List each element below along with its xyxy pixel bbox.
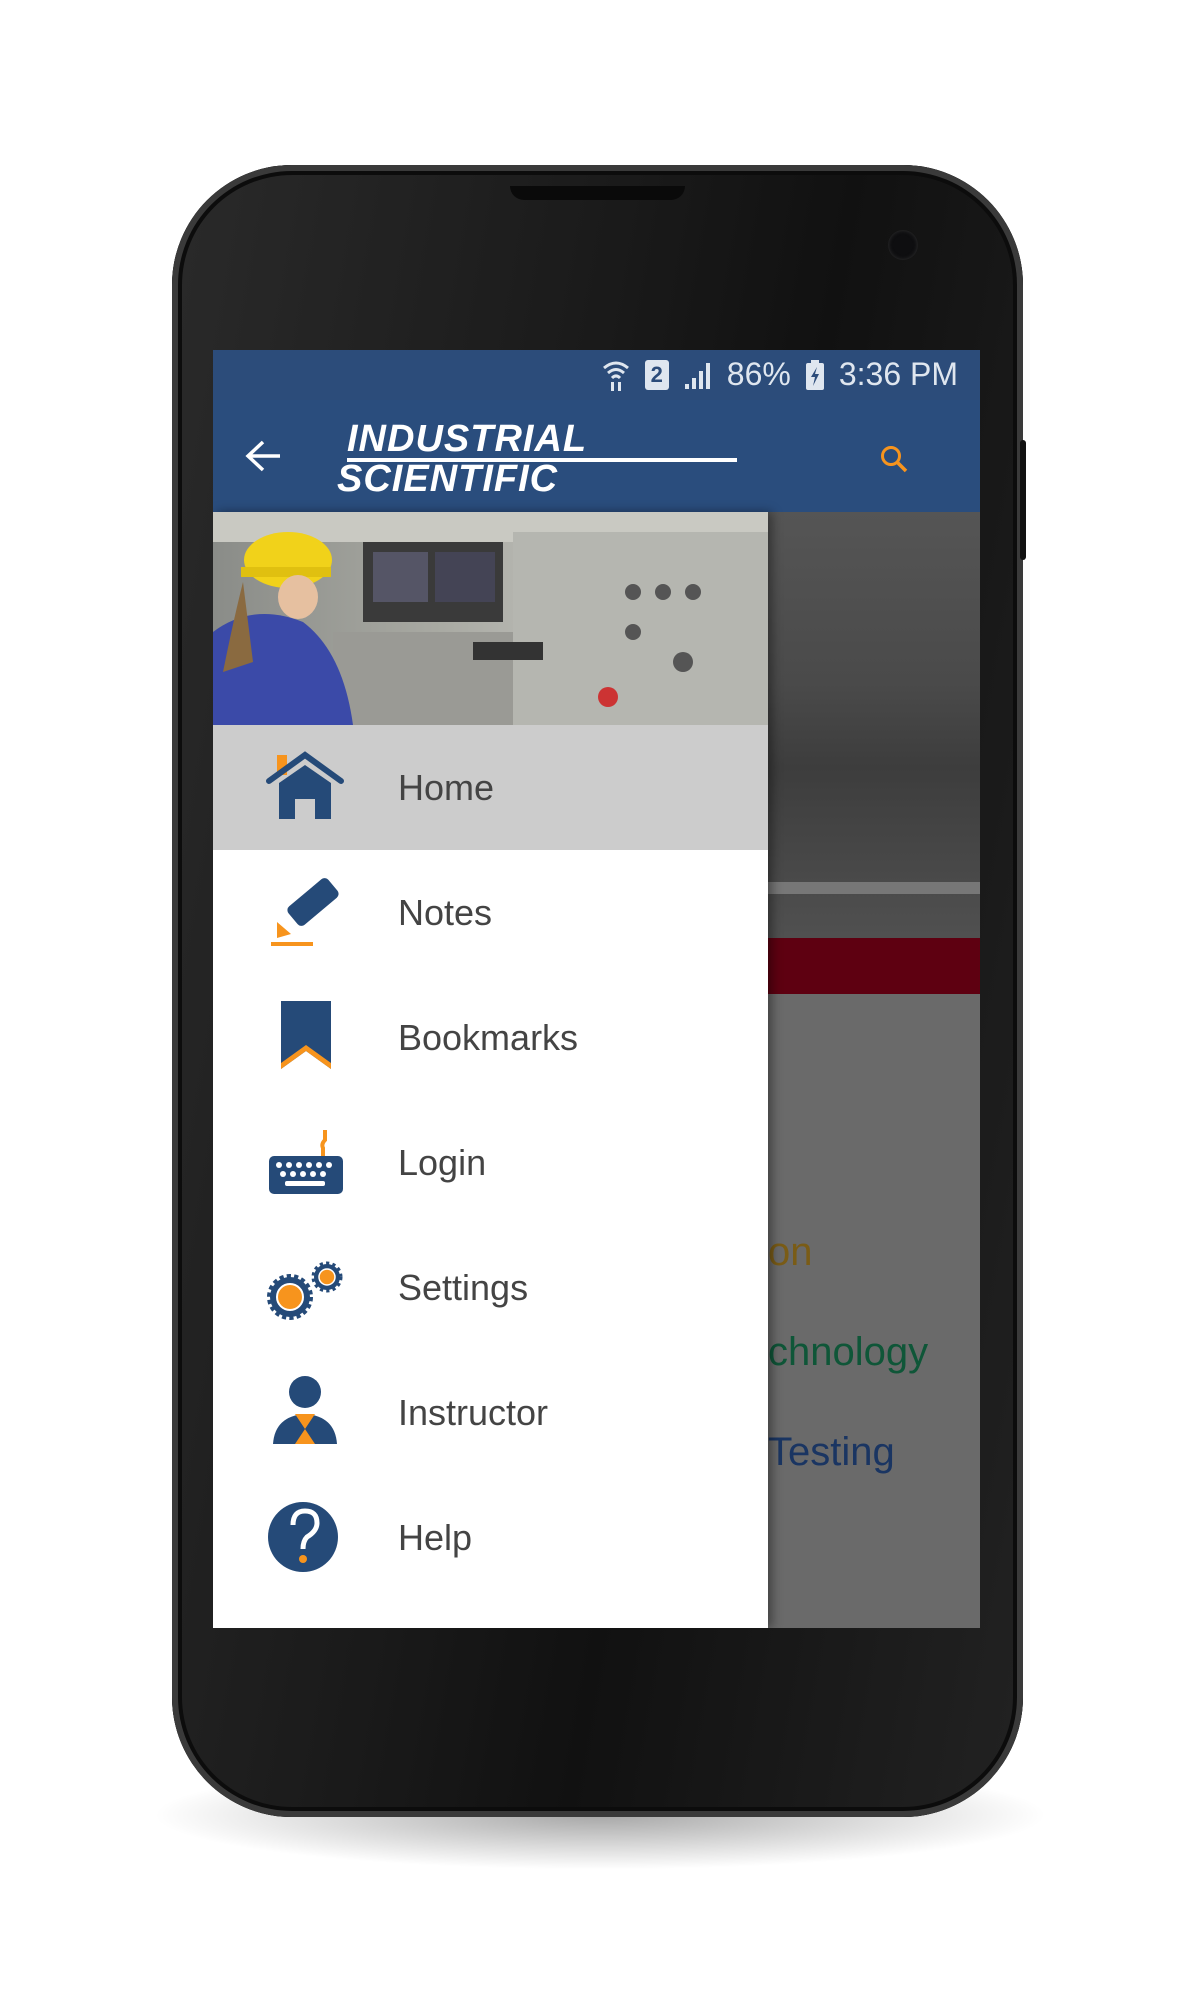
phone-speaker — [510, 186, 685, 200]
drawer-item-bookmarks[interactable]: Bookmarks — [213, 975, 768, 1100]
background-railing — [768, 882, 980, 894]
search-icon[interactable] — [879, 444, 909, 474]
wifi-icon — [602, 361, 629, 391]
drawer-menu: Home Notes Bookmarks Login Settings Inst… — [213, 725, 768, 1600]
home-icon — [266, 751, 344, 819]
drawer-item-label: Login — [398, 1141, 487, 1183]
pencil-icon — [271, 878, 339, 946]
navigation-drawer: Home Notes Bookmarks Login Settings Inst… — [213, 512, 768, 1628]
background-text: Testing — [768, 1430, 895, 1474]
phone-side-button — [1020, 440, 1026, 560]
control-room-photo — [213, 512, 768, 725]
drawer-item-label: Help — [398, 1516, 473, 1558]
drawer-item-label: Instructor — [398, 1391, 549, 1433]
battery-percent: 86% — [726, 356, 791, 392]
battery-charging-icon — [805, 359, 824, 390]
logo-line1: INDUSTRIAL — [347, 418, 588, 460]
drawer-item-label: Settings — [398, 1266, 529, 1308]
drawer-item-login[interactable]: Login — [213, 1100, 768, 1225]
drawer-item-settings[interactable]: Settings — [213, 1225, 768, 1350]
drawer-item-instructor[interactable]: Instructor — [213, 1350, 768, 1475]
app-bar: INDUSTRIAL SCIENTIFIC — [213, 400, 980, 512]
drawer-item-label: Bookmarks — [398, 1016, 579, 1058]
drawer-item-help[interactable]: Help — [213, 1475, 768, 1600]
logo-line2: SCIENTIFIC — [337, 458, 559, 500]
help-icon — [268, 1502, 338, 1572]
person-icon — [273, 1376, 337, 1444]
screen: 2 86% 3:36 PM INDUSTRIAL SCIENTIFIC asy … — [213, 350, 980, 1628]
phone-camera — [888, 230, 918, 260]
background-text: chnology — [768, 1330, 929, 1374]
background-text: on — [768, 1230, 813, 1274]
gears-icon — [267, 1261, 343, 1320]
drawer-item-label: Notes — [398, 891, 493, 933]
drawer-header-image — [213, 512, 768, 725]
drawer-item-notes[interactable]: Notes — [213, 850, 768, 975]
keyboard-icon — [269, 1130, 343, 1194]
clock: 3:36 PM — [838, 356, 958, 392]
industrial-scientific-logo: INDUSTRIAL SCIENTIFIC — [333, 418, 753, 500]
drawer-item-home[interactable]: Home — [213, 725, 768, 850]
bookmark-icon — [281, 1001, 331, 1069]
status-bar: 2 86% 3:36 PM — [213, 350, 980, 400]
arrow-left-icon[interactable] — [243, 438, 283, 474]
signal-icon — [684, 362, 710, 389]
sim-icon: 2 — [644, 359, 669, 390]
drawer-item-label: Home — [398, 766, 495, 808]
